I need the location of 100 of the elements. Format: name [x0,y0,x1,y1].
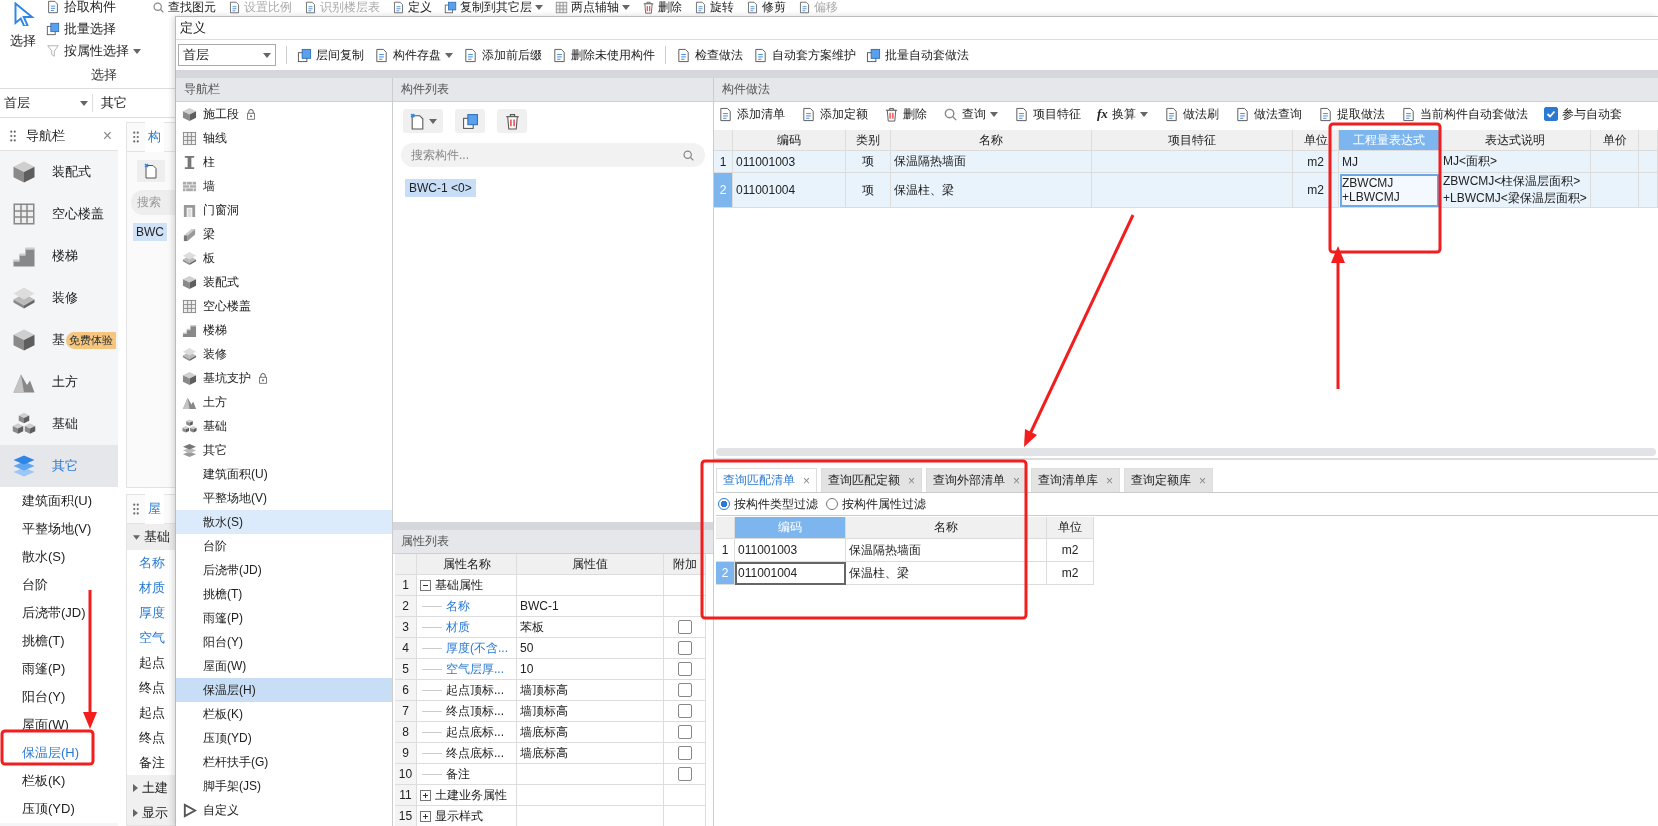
column-header[interactable]: 单位 [1047,517,1094,539]
toolbar-button[interactable]: 添加清单 [718,105,785,123]
column-header[interactable]: 类别 [846,130,891,151]
toolbar-button[interactable]: 项目特征 [1014,105,1081,123]
toolbar-button[interactable]: 检查做法 [676,46,743,64]
auto-apply-checkbox[interactable]: 参与自动套 [1543,105,1622,123]
close-button[interactable]: × [803,473,810,488]
checkbox[interactable] [677,725,692,739]
category-item[interactable]: 其它 [0,445,118,487]
property-value[interactable]: BWC-1 [517,596,664,617]
collapse-icon[interactable] [420,579,431,591]
nav-item[interactable]: 施工段 [176,102,392,126]
nav-item[interactable]: 梁 [176,222,392,246]
column-header[interactable]: 单价 [1591,130,1639,151]
column-header[interactable]: 表达式说明 [1440,130,1591,151]
toolbar-button[interactable]: 添加前后缀 [463,46,542,64]
toolbar-button[interactable]: 做法刷 [1163,105,1219,123]
checkbox[interactable] [1543,107,1558,121]
category-item[interactable]: 楼梯 [0,235,118,277]
delete-button[interactable] [497,109,527,133]
toolbar-button[interactable]: 查询 [943,105,998,123]
ribbon-button[interactable]: 两点辅轴 [555,0,630,15]
nav-item[interactable]: 散水(S) [176,510,392,534]
component-tag[interactable]: BWC [133,223,167,241]
nav-item[interactable]: 栏杆扶手(G) [176,750,392,774]
nav-item[interactable]: 门窗洞 [176,198,392,222]
nav-item[interactable]: 挑檐(T) [0,627,118,655]
tab[interactable]: 查询匹配清单 × [716,468,817,492]
property-value[interactable]: 墙底标高 [517,743,664,764]
nav-item[interactable]: 建筑面积(U) [176,462,392,486]
new-button[interactable] [403,109,443,133]
toolbar-button[interactable]: 删除 [884,105,927,123]
tab[interactable]: 查询匹配定额 × [821,468,923,492]
nav-item[interactable]: 板 [176,246,392,270]
nav-item[interactable]: 屋面(W) [176,654,392,678]
close-button[interactable]: × [102,127,112,145]
ribbon-button[interactable]: 定义 [392,0,432,15]
ribbon-tool-button[interactable]: 批量选择 [46,18,141,40]
expand-icon[interactable] [420,789,431,801]
checkbox[interactable] [677,641,692,655]
checkbox[interactable] [677,662,692,676]
caret-right-icon[interactable] [133,808,138,817]
new-button[interactable] [137,160,165,182]
nav-item[interactable]: 压顶(YD) [176,726,392,750]
property-value[interactable]: 50 [517,638,664,659]
toolbar-button[interactable]: 层间复制 [297,46,364,64]
radio-button[interactable]: 按构件属性过滤 [826,495,926,513]
floor-dropdown[interactable]: 首层 [178,44,276,66]
column-header[interactable]: 编码 [733,130,846,151]
nav-item[interactable]: 栏板(K) [0,767,118,795]
nav-item[interactable]: 后浇带(JD) [176,558,392,582]
ribbon-button[interactable]: 查找图元 [152,0,216,15]
ribbon-button[interactable]: 旋转 [694,0,734,15]
category-item[interactable]: 装配式 [0,151,118,193]
ribbon-tool-button[interactable]: 按属性选择 [46,40,141,62]
nav-item[interactable]: 建筑面积(U) [0,487,118,515]
category-item[interactable]: 基础 [0,403,118,445]
nav-item[interactable]: 平整场地(V) [0,515,118,543]
property-value[interactable]: 墙底标高 [517,722,664,743]
column-header[interactable]: 项目特征 [1092,130,1293,151]
checkbox[interactable] [677,746,692,760]
nav-item[interactable]: 轴线 [176,126,392,150]
ribbon-tool-button[interactable]: 拾取构件 [46,0,141,18]
expand-icon[interactable] [420,810,431,822]
toolbar-button[interactable]: 当前构件自动套做法 [1400,105,1528,123]
property-value[interactable]: 墙顶标高 [517,701,664,722]
panel-tab[interactable]: 屋 [145,494,164,524]
checkbox[interactable] [677,683,692,697]
category-item[interactable]: 空心楼盖 [0,193,118,235]
nav-item[interactable]: 阳台(Y) [0,683,118,711]
category-item[interactable]: 基 免费体验 [0,319,118,361]
tab[interactable]: 查询外部清单 × [926,468,1028,492]
toolbar-button[interactable]: 构件存盘 [374,46,453,64]
column-header[interactable]: 名称 [891,130,1092,151]
nav-item[interactable]: 自定义 [176,798,392,822]
toolbar-button[interactable]: fx 换算 [1097,105,1148,123]
nav-item[interactable]: 栏板(K) [176,702,392,726]
toolbar-button[interactable]: 提取做法 [1317,105,1385,123]
category-item[interactable]: 土方 [0,361,118,403]
category-item[interactable]: 装修 [0,277,118,319]
nav-item[interactable]: 阳台(Y) [176,630,392,654]
tab[interactable]: 查询清单库 × [1031,468,1121,492]
checkbox[interactable] [677,704,692,718]
toolbar-button[interactable]: 批量自动套做法 [866,46,969,64]
property-value[interactable]: 10 [517,659,664,680]
nav-item[interactable]: 其它 [176,438,392,462]
component-tag[interactable]: BWC-1 <0> [405,179,476,197]
radio-circle[interactable] [718,498,730,510]
ribbon-button[interactable]: 修剪 [746,0,786,15]
checkbox[interactable] [677,620,692,634]
nav-item[interactable]: 台阶 [0,571,118,599]
select-button[interactable]: 选择 [0,0,46,50]
ribbon-button[interactable]: 复制到其它层 [444,0,543,15]
checkbox[interactable] [677,767,692,781]
nav-item[interactable]: 空心楼盖 [176,294,392,318]
nav-item[interactable]: 雨篷(P) [176,606,392,630]
column-header[interactable]: 单位 [1293,130,1339,151]
horizontal-scrollbar[interactable] [716,448,1656,456]
nav-item[interactable]: 压顶(YD) [0,795,118,823]
nav-item[interactable]: 平整场地(V) [176,486,392,510]
